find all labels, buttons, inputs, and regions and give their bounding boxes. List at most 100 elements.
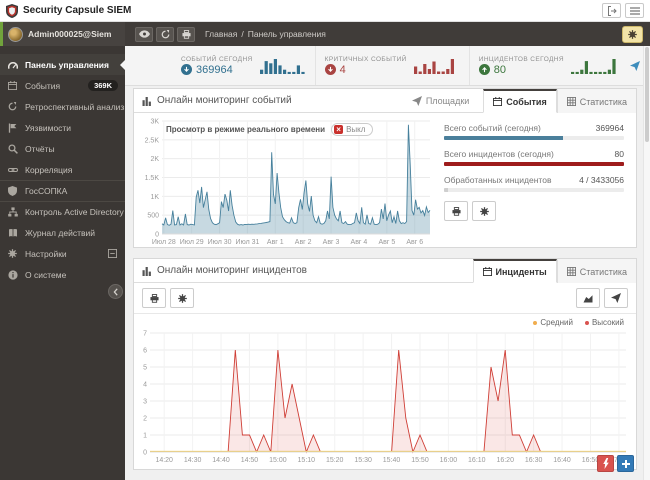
svg-text:Авг 3: Авг 3 bbox=[323, 239, 340, 246]
tab-label: Статистика bbox=[580, 97, 627, 107]
stat-critical-events: КРИТИЧНЫХ СОБЫТИЙ 4 bbox=[315, 46, 469, 85]
eye-icon bbox=[139, 30, 150, 38]
stats-row: СОБЫТИЙ СЕГОДНЯ 369964 КРИТИЧНЫХ СОБЫТИЙ… bbox=[125, 46, 650, 86]
calendar-icon bbox=[493, 97, 502, 106]
hamburger-icon bbox=[630, 7, 640, 15]
sidebar-item-label: Контроль Active Directory bbox=[25, 207, 124, 217]
sidebar-item-gossopka[interactable]: ГосСОПКА bbox=[0, 180, 125, 201]
incidents-panel-tabs: Инциденты Статистика bbox=[473, 259, 637, 283]
refresh-button[interactable] bbox=[156, 27, 174, 42]
scrollbar-thumb[interactable] bbox=[645, 47, 649, 142]
svg-text:1: 1 bbox=[143, 433, 147, 440]
print-button[interactable] bbox=[444, 201, 468, 221]
sidebar-item-settings[interactable]: Настройки bbox=[0, 243, 125, 264]
settings-button[interactable] bbox=[170, 288, 194, 308]
floating-actions bbox=[597, 455, 634, 472]
send-icon[interactable] bbox=[630, 61, 640, 71]
sidebar-collapse-button[interactable] bbox=[108, 284, 123, 299]
settings-button[interactable] bbox=[472, 201, 496, 221]
printer-icon bbox=[150, 294, 159, 303]
progress-bar bbox=[444, 162, 624, 166]
area-chart-icon bbox=[583, 293, 593, 303]
panel-title-incidents: Онлайн мониторинг инцидентов bbox=[134, 259, 307, 282]
sidebar-item-active-directory[interactable]: Контроль Active Directory bbox=[0, 201, 125, 222]
legend-label: Высокий bbox=[592, 318, 624, 327]
send-button[interactable] bbox=[604, 288, 628, 308]
tab-statistics[interactable]: Статистика bbox=[557, 259, 636, 283]
svg-text:15:50: 15:50 bbox=[411, 457, 429, 464]
svg-text:4: 4 bbox=[143, 382, 147, 389]
panel-title-events: Онлайн мониторинг событий bbox=[134, 89, 292, 112]
incidents-toolbar bbox=[134, 283, 636, 314]
title-bar: Security Capsule SIEM bbox=[0, 0, 650, 22]
settings-button[interactable] bbox=[622, 26, 643, 43]
breadcrumb-current: Панель управления bbox=[248, 29, 326, 39]
stat-label: СОБЫТИЙ СЕГОДНЯ bbox=[181, 56, 253, 63]
send-icon bbox=[611, 293, 621, 303]
vertical-scrollbar[interactable] bbox=[643, 46, 650, 480]
flag-icon bbox=[7, 123, 18, 133]
stat-events-today: СОБЫТИЙ СЕГОДНЯ 369964 bbox=[172, 46, 315, 85]
calendar-icon bbox=[483, 267, 492, 276]
svg-text:500: 500 bbox=[147, 213, 159, 220]
chevron-left-icon bbox=[112, 288, 120, 296]
sidebar-item-label: Настройки bbox=[25, 249, 67, 259]
metric-processed-incidents: Обработанных инцидентов 4 / 3433056 bbox=[444, 175, 624, 192]
progress-bar bbox=[444, 188, 624, 192]
sidebar-item-vulnerabilities[interactable]: Уязвимости bbox=[0, 117, 125, 138]
tab-events[interactable]: События bbox=[483, 89, 556, 113]
stat-value: 4 bbox=[340, 64, 346, 76]
print-button[interactable] bbox=[142, 288, 166, 308]
tab-incidents[interactable]: Инциденты bbox=[473, 259, 557, 283]
events-sparkline bbox=[260, 58, 306, 74]
sidebar-item-label: Корреляция bbox=[25, 165, 72, 175]
svg-text:15:30: 15:30 bbox=[354, 457, 372, 464]
info-icon bbox=[7, 270, 18, 280]
chart-type-button[interactable] bbox=[576, 288, 600, 308]
user-profile[interactable]: Admin000025@Siem bbox=[0, 22, 125, 46]
tab-label: Инциденты bbox=[496, 267, 547, 277]
sidebar-item-about[interactable]: О системе bbox=[0, 264, 125, 285]
user-breadcrumb-bar: Admin000025@Siem Главная / Панель управл… bbox=[0, 22, 650, 46]
alert-button[interactable] bbox=[597, 455, 614, 472]
incidents-monitoring-panel: Онлайн мониторинг инцидентов Инциденты С… bbox=[133, 258, 637, 470]
menu-button[interactable] bbox=[625, 3, 644, 18]
send-icon bbox=[412, 96, 422, 106]
tab-statistics[interactable]: Статистика bbox=[557, 89, 636, 113]
svg-text:14:30: 14:30 bbox=[184, 457, 202, 464]
svg-text:7: 7 bbox=[143, 331, 147, 338]
events-count-badge: 369K bbox=[88, 80, 118, 91]
realtime-toggle[interactable]: × Выкл bbox=[331, 123, 373, 136]
sidebar-item-correlation[interactable]: Корреляция bbox=[0, 159, 125, 180]
print-button[interactable] bbox=[177, 27, 195, 42]
breadcrumb-home[interactable]: Главная bbox=[205, 29, 237, 39]
incidents-legend: Средний Высокий bbox=[134, 314, 636, 327]
sidebar-item-label: Уязвимости bbox=[25, 123, 71, 133]
sidebar-item-events[interactable]: События 369K bbox=[0, 75, 125, 96]
sidebar-item-dashboard[interactable]: Панель управления bbox=[0, 54, 125, 75]
metric-total-incidents: Всего инцидентов (сегодня) 80 bbox=[444, 149, 624, 166]
svg-text:2K: 2K bbox=[150, 156, 159, 163]
legend-medium: Средний bbox=[533, 318, 573, 327]
svg-text:16:20: 16:20 bbox=[496, 457, 514, 464]
panel-title-text: Онлайн мониторинг инцидентов bbox=[157, 265, 307, 276]
tab-sites[interactable]: Площадки bbox=[403, 89, 483, 113]
high-dot-icon bbox=[585, 321, 589, 325]
sidebar-item-action-log[interactable]: Журнал действий bbox=[0, 222, 125, 243]
logout-button[interactable] bbox=[602, 3, 621, 18]
stat-value: 369964 bbox=[196, 64, 233, 76]
events-panel-tabs: Площадки События Статистика bbox=[403, 89, 636, 113]
sidebar-item-reports[interactable]: Отчёты bbox=[0, 138, 125, 159]
legend-high: Высокий bbox=[585, 318, 624, 327]
link-icon bbox=[7, 165, 18, 175]
svg-text:15:10: 15:10 bbox=[298, 457, 316, 464]
sidebar-item-retrospective[interactable]: Ретроспективный анализ bbox=[0, 96, 125, 117]
breadcrumb-toolbar: Главная / Панель управления bbox=[125, 22, 622, 46]
add-button[interactable] bbox=[617, 455, 634, 472]
gear-icon bbox=[480, 207, 489, 216]
eye-button[interactable] bbox=[135, 27, 153, 42]
sidebar-item-label: События bbox=[25, 81, 60, 91]
realtime-toggle-row: Просмотр в режиме реального времени × Вы… bbox=[166, 123, 373, 136]
svg-text:16:30: 16:30 bbox=[525, 457, 543, 464]
sidebar: Панель управления События 369K Ретроспек… bbox=[0, 46, 125, 480]
